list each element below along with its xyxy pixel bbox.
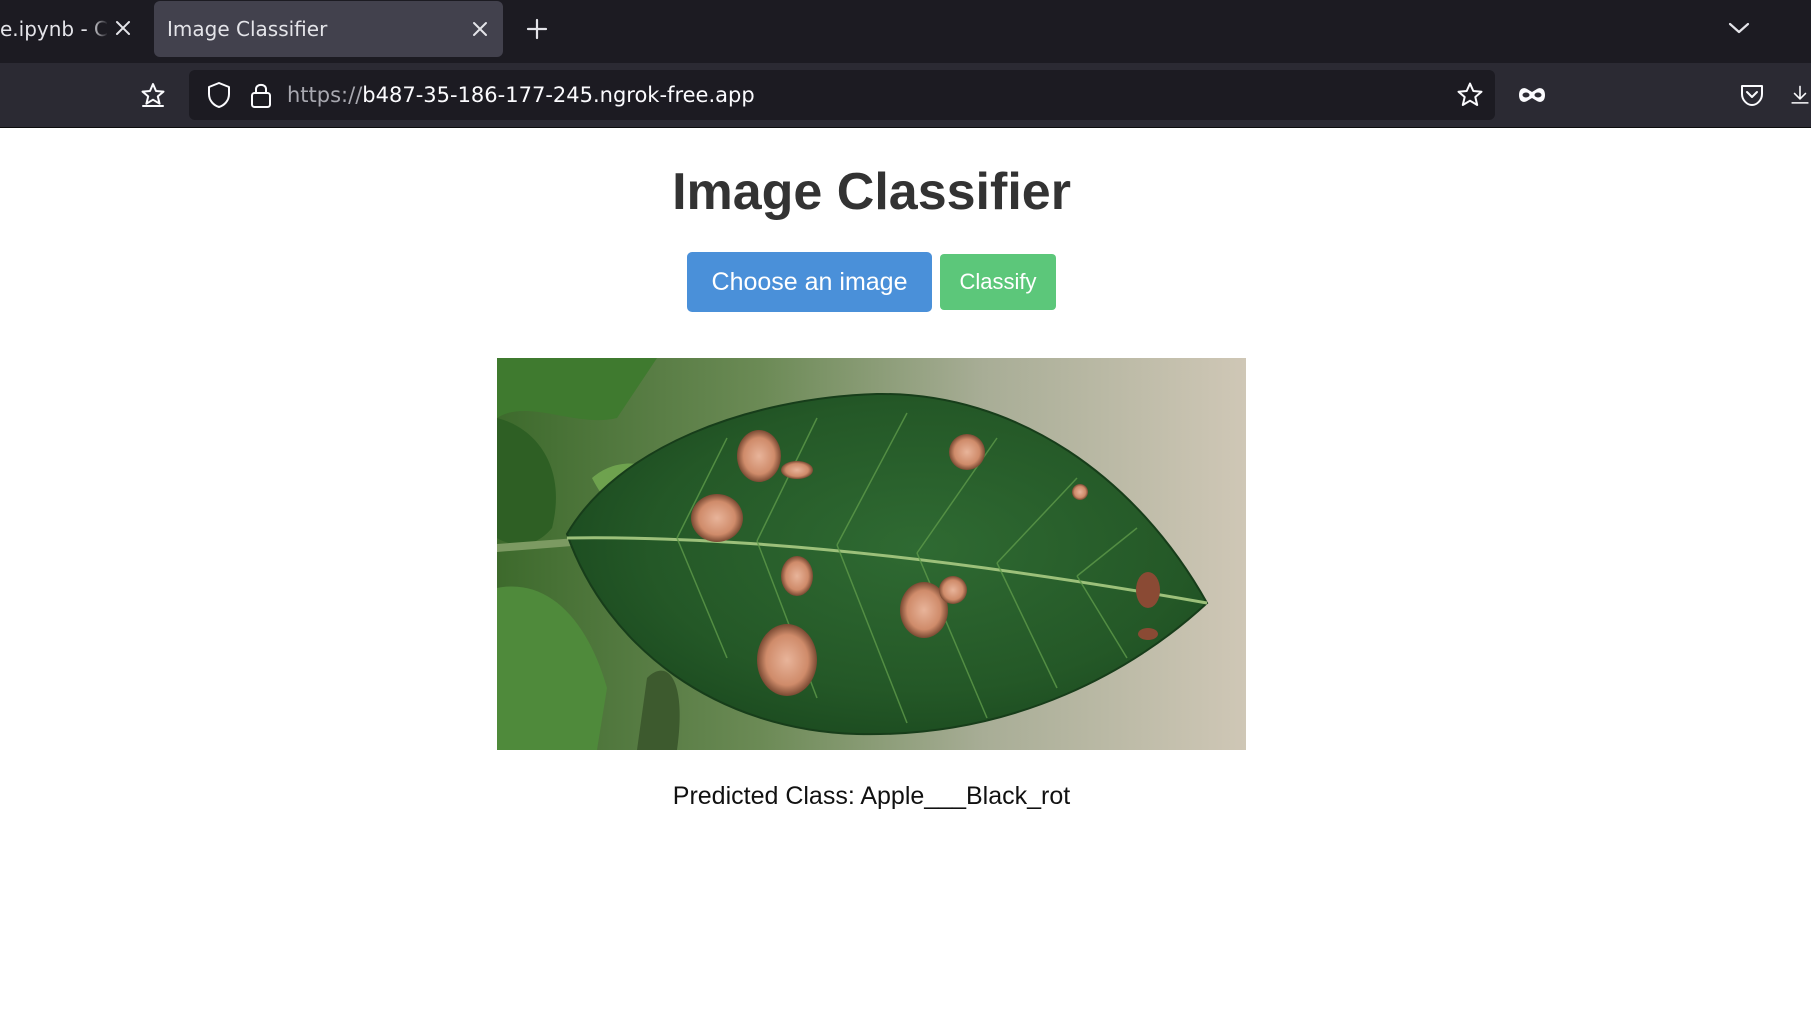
tab-image-classifier[interactable]: Image Classifier — [154, 1, 503, 57]
prediction-result: Predicted Class: Apple___Black_rot — [672, 782, 1071, 810]
chevron-down-icon[interactable] — [1725, 14, 1753, 42]
private-browsing-mask-icon[interactable] — [1515, 78, 1549, 112]
page-content: Image Classifier Choose an image Classif… — [0, 128, 1811, 1030]
close-icon[interactable] — [112, 17, 134, 39]
url-text[interactable]: https://b487-35-186-177-245.ngrok-free.a… — [287, 70, 755, 120]
url-scheme: https:// — [287, 83, 363, 107]
bookmark-star-icon[interactable] — [136, 78, 170, 112]
close-icon[interactable] — [469, 18, 491, 40]
navigation-toolbar: https://b487-35-186-177-245.ngrok-free.a… — [0, 63, 1811, 128]
page-title: Image Classifier — [672, 163, 1071, 221]
tab-title: Image Classifier — [167, 17, 328, 41]
download-icon[interactable] — [1789, 78, 1811, 112]
tab-title: e.ipynb - Colab — [0, 16, 108, 41]
star-icon[interactable] — [1453, 78, 1487, 112]
url-host: b487-35-186-177-245.ngrok-free.app — [362, 83, 755, 107]
tab-strip: e.ipynb - Colab Image Classifier — [0, 0, 1811, 63]
classify-button[interactable]: Classify — [940, 254, 1056, 310]
uploaded-leaf-image — [497, 358, 1246, 750]
lock-icon[interactable] — [244, 78, 278, 112]
tab-colab[interactable]: e.ipynb - Colab — [0, 0, 150, 57]
pocket-icon[interactable] — [1735, 78, 1769, 112]
url-bar[interactable]: https://b487-35-186-177-245.ngrok-free.a… — [189, 70, 1495, 120]
choose-image-button[interactable]: Choose an image — [687, 252, 932, 312]
shield-icon[interactable] — [202, 78, 236, 112]
plus-icon[interactable] — [524, 16, 550, 42]
